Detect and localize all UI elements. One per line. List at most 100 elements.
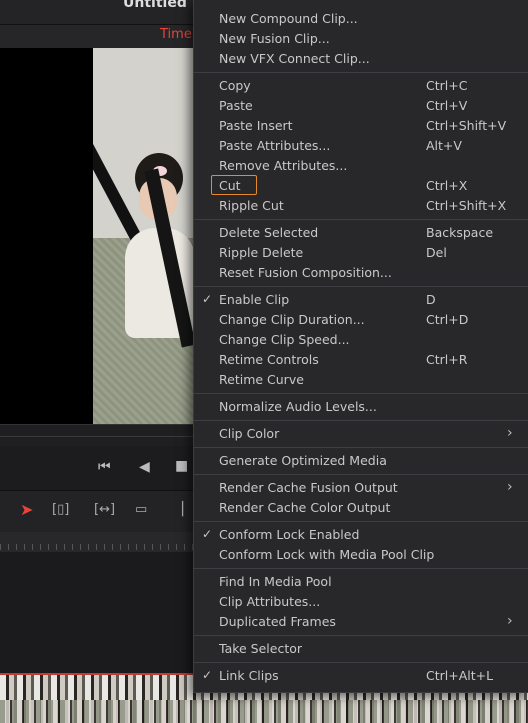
context-menu: New Compound Clip... New Fusion Clip... Ne… bbox=[193, 0, 528, 693]
menu-item-shortcut: Ctrl+X bbox=[426, 178, 468, 193]
menu-separator bbox=[194, 420, 528, 421]
menu-separator bbox=[194, 72, 528, 73]
menu-item-label: Conform Lock Enabled bbox=[219, 527, 360, 542]
menu-separator bbox=[194, 568, 528, 569]
menu-item-shortcut: Ctrl+D bbox=[426, 312, 469, 327]
menu-item-render-cache-color-output[interactable]: Render Cache Color Output bbox=[194, 498, 528, 518]
submenu-chevron-icon: › bbox=[507, 613, 513, 629]
menu-item-paste-insert[interactable]: Paste Insert Ctrl+Shift+V bbox=[194, 116, 528, 136]
trim-edit-icon[interactable]: [▯] bbox=[52, 502, 69, 517]
timeline-ruler[interactable] bbox=[0, 532, 193, 552]
menu-item-retime-controls[interactable]: Retime Controls Ctrl+R bbox=[194, 350, 528, 370]
menu-item-label: Clip Attributes... bbox=[219, 594, 321, 609]
menu-item-duplicated-frames[interactable]: Duplicated Frames › bbox=[194, 612, 528, 632]
menu-item-generate-optimized-media[interactable]: Generate Optimized Media bbox=[194, 451, 528, 471]
menu-item-ripple-delete[interactable]: Ripple Delete Del bbox=[194, 243, 528, 263]
menu-item-shortcut: Ctrl+R bbox=[426, 352, 468, 367]
selection-arrow-icon[interactable]: ➤ bbox=[20, 500, 33, 519]
submenu-chevron-icon: › bbox=[507, 479, 513, 495]
menu-separator bbox=[194, 286, 528, 287]
menu-item-label: Delete Selected bbox=[219, 225, 319, 240]
blade-icon[interactable]: ▭ bbox=[135, 502, 147, 517]
menu-item-label: Take Selector bbox=[219, 641, 303, 656]
menu-item-new-vfx-connect-clip[interactable]: New VFX Connect Clip... bbox=[194, 49, 528, 69]
viewer-black-area bbox=[0, 48, 93, 424]
menu-item-label: New Compound Clip... bbox=[219, 11, 358, 26]
menu-item-clip-attributes[interactable]: Clip Attributes... bbox=[194, 592, 528, 612]
menu-item-reset-fusion-composition[interactable]: Reset Fusion Composition... bbox=[194, 263, 528, 283]
menu-item-enable-clip[interactable]: ✓ Enable Clip D bbox=[194, 290, 528, 310]
menu-item-label: Paste Insert bbox=[219, 118, 293, 133]
menu-item-shortcut: Ctrl+Shift+V bbox=[426, 118, 507, 133]
snap-icon[interactable]: ▏ bbox=[182, 502, 192, 517]
menu-item-paste-attributes[interactable]: Paste Attributes... Alt+V bbox=[194, 136, 528, 156]
menu-item-conform-lock-enabled[interactable]: ✓ Conform Lock Enabled bbox=[194, 525, 528, 545]
menu-item-retime-curve[interactable]: Retime Curve bbox=[194, 370, 528, 390]
play-reverse-icon[interactable]: ◀ bbox=[139, 459, 150, 475]
menu-item-label: Change Clip Speed... bbox=[219, 332, 350, 347]
menu-item-render-cache-fusion-output[interactable]: Render Cache Fusion Output › bbox=[194, 478, 528, 498]
menu-separator bbox=[194, 635, 528, 636]
menu-item-label: New VFX Connect Clip... bbox=[219, 51, 370, 66]
menu-item-clip-color[interactable]: Clip Color › bbox=[194, 424, 528, 444]
checkmark-icon: ✓ bbox=[202, 527, 213, 541]
dynamic-trim-icon[interactable]: [↔] bbox=[94, 502, 115, 517]
menu-item-shortcut: Ctrl+Alt+L bbox=[426, 668, 494, 683]
menu-item-shortcut: Ctrl+Shift+X bbox=[426, 198, 507, 213]
menu-item-delete-selected[interactable]: Delete Selected Backspace bbox=[194, 223, 528, 243]
menu-item-shortcut: D bbox=[426, 292, 436, 307]
menu-item-label: Enable Clip bbox=[219, 292, 290, 307]
menu-item-link-clips[interactable]: ✓ Link Clips Ctrl+Alt+L bbox=[194, 666, 528, 686]
menu-item-shortcut: Backspace bbox=[426, 225, 494, 240]
menu-item-paste[interactable]: Paste Ctrl+V bbox=[194, 96, 528, 116]
menu-item-label: Clip Color bbox=[219, 426, 280, 441]
menu-item-conform-lock-with-media-pool-clip[interactable]: Conform Lock with Media Pool Clip bbox=[194, 545, 528, 565]
menu-item-change-clip-duration[interactable]: Change Clip Duration... Ctrl+D bbox=[194, 310, 528, 330]
menu-item-ripple-cut[interactable]: Ripple Cut Ctrl+Shift+X bbox=[194, 196, 528, 216]
menu-separator bbox=[194, 521, 528, 522]
transport-controls bbox=[0, 446, 193, 490]
checkmark-icon: ✓ bbox=[202, 668, 213, 682]
menu-item-label: Link Clips bbox=[219, 668, 279, 683]
menu-item-label: Retime Controls bbox=[219, 352, 319, 367]
menu-item-find-in-media-pool[interactable]: Find In Media Pool bbox=[194, 572, 528, 592]
menu-item-shortcut: Ctrl+V bbox=[426, 98, 468, 113]
cut-highlight-box bbox=[211, 175, 257, 195]
menu-item-label: Normalize Audio Levels... bbox=[219, 399, 377, 414]
menu-separator bbox=[194, 393, 528, 394]
menu-item-shortcut: Ctrl+C bbox=[426, 78, 468, 93]
menu-item-label: Render Cache Color Output bbox=[219, 500, 391, 515]
menu-item-label: Conform Lock with Media Pool Clip bbox=[219, 547, 435, 562]
menu-item-copy[interactable]: Copy Ctrl+C bbox=[194, 76, 528, 96]
menu-item-new-compound-clip[interactable]: New Compound Clip... bbox=[194, 9, 528, 29]
viewer-video-frame bbox=[93, 48, 193, 424]
menu-item-label: Render Cache Fusion Output bbox=[219, 480, 398, 495]
menu-item-remove-attributes[interactable]: Remove Attributes... bbox=[194, 156, 528, 176]
menu-item-label: Generate Optimized Media bbox=[219, 453, 387, 468]
menu-item-label: Retime Curve bbox=[219, 372, 304, 387]
video-clip-thumbnails-lower bbox=[0, 700, 528, 723]
submenu-chevron-icon: › bbox=[507, 425, 513, 441]
menu-item-label: Find In Media Pool bbox=[219, 574, 332, 589]
menu-item-change-clip-speed[interactable]: Change Clip Speed... bbox=[194, 330, 528, 350]
menu-item-label: Duplicated Frames bbox=[219, 614, 336, 629]
menu-item-new-fusion-clip[interactable]: New Fusion Clip... bbox=[194, 29, 528, 49]
menu-item-normalize-audio-levels[interactable]: Normalize Audio Levels... bbox=[194, 397, 528, 417]
menu-separator bbox=[194, 662, 528, 663]
menu-item-label: Copy bbox=[219, 78, 251, 93]
menu-item-take-selector[interactable]: Take Selector bbox=[194, 639, 528, 659]
scrub-bar[interactable] bbox=[0, 436, 193, 437]
menu-item-label: Ripple Delete bbox=[219, 245, 304, 260]
stop-icon[interactable]: ■ bbox=[175, 458, 188, 474]
menu-separator bbox=[194, 474, 528, 475]
menu-item-shortcut: Del bbox=[426, 245, 447, 260]
checkmark-icon: ✓ bbox=[202, 292, 213, 306]
menu-item-label: Change Clip Duration... bbox=[219, 312, 365, 327]
menu-item-label: Paste bbox=[219, 98, 253, 113]
menu-item-label: Paste Attributes... bbox=[219, 138, 331, 153]
menu-separator bbox=[194, 219, 528, 220]
skip-to-start-icon[interactable]: ⏮ bbox=[98, 459, 111, 475]
timeline-track-area[interactable] bbox=[0, 552, 193, 674]
menu-separator bbox=[194, 447, 528, 448]
menu-item-label: Reset Fusion Composition... bbox=[219, 265, 392, 280]
